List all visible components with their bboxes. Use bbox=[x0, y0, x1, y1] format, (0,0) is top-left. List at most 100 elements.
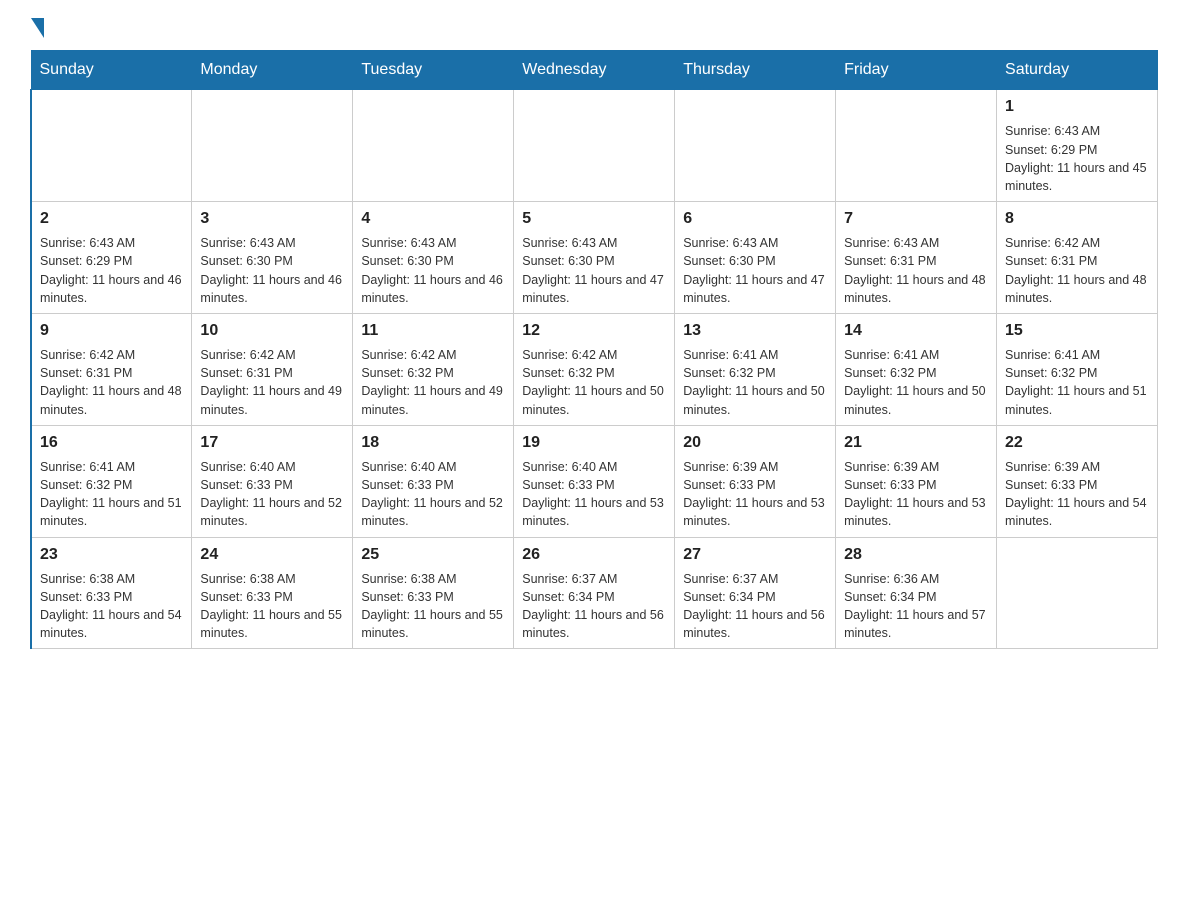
calendar-cell: 25 Sunrise: 6:38 AMSunset: 6:33 PMDayligh… bbox=[353, 537, 514, 649]
calendar-cell: 4 Sunrise: 6:43 AMSunset: 6:30 PMDaylight… bbox=[353, 201, 514, 313]
day-info: Sunrise: 6:36 AMSunset: 6:34 PMDaylight:… bbox=[844, 570, 988, 643]
calendar-cell bbox=[31, 90, 192, 202]
day-info: Sunrise: 6:42 AMSunset: 6:31 PMDaylight:… bbox=[1005, 234, 1149, 307]
calendar-cell: 1 Sunrise: 6:43 AMSunset: 6:29 PMDaylight… bbox=[997, 90, 1158, 202]
day-info: Sunrise: 6:40 AMSunset: 6:33 PMDaylight:… bbox=[522, 458, 666, 531]
day-number: 24 bbox=[200, 544, 344, 566]
day-number: 3 bbox=[200, 208, 344, 230]
day-info: Sunrise: 6:42 AMSunset: 6:32 PMDaylight:… bbox=[361, 346, 505, 419]
day-number: 23 bbox=[40, 544, 183, 566]
day-info: Sunrise: 6:43 AMSunset: 6:30 PMDaylight:… bbox=[683, 234, 827, 307]
day-number: 21 bbox=[844, 432, 988, 454]
calendar-cell: 22 Sunrise: 6:39 AMSunset: 6:33 PMDayligh… bbox=[997, 425, 1158, 537]
calendar-cell: 14Sunrise: 6:41 AMSunset: 6:32 PMDayligh… bbox=[836, 313, 997, 425]
weekday-header-sunday: Sunday bbox=[31, 51, 192, 90]
weekday-header-friday: Friday bbox=[836, 51, 997, 90]
page-header bbox=[30, 20, 1158, 40]
calendar-cell: 20 Sunrise: 6:39 AMSunset: 6:33 PMDayligh… bbox=[675, 425, 836, 537]
day-info: Sunrise: 6:42 AMSunset: 6:31 PMDaylight:… bbox=[200, 346, 344, 419]
day-number: 26 bbox=[522, 544, 666, 566]
calendar-cell bbox=[353, 90, 514, 202]
day-number: 7 bbox=[844, 208, 988, 230]
day-info: Sunrise: 6:39 AMSunset: 6:33 PMDaylight:… bbox=[683, 458, 827, 531]
day-number: 17 bbox=[200, 432, 344, 454]
day-info: Sunrise: 6:38 AMSunset: 6:33 PMDaylight:… bbox=[40, 570, 183, 643]
day-number: 15 bbox=[1005, 320, 1149, 342]
weekday-header-saturday: Saturday bbox=[997, 51, 1158, 90]
day-info: Sunrise: 6:41 AMSunset: 6:32 PMDaylight:… bbox=[40, 458, 183, 531]
calendar-cell: 9 Sunrise: 6:42 AMSunset: 6:31 PMDaylight… bbox=[31, 313, 192, 425]
calendar-cell: 3 Sunrise: 6:43 AMSunset: 6:30 PMDaylight… bbox=[192, 201, 353, 313]
day-number: 8 bbox=[1005, 208, 1149, 230]
calendar-cell bbox=[514, 90, 675, 202]
weekday-header-wednesday: Wednesday bbox=[514, 51, 675, 90]
calendar-cell: 23 Sunrise: 6:38 AMSunset: 6:33 PMDayligh… bbox=[31, 537, 192, 649]
day-number: 1 bbox=[1005, 96, 1149, 118]
day-number: 25 bbox=[361, 544, 505, 566]
weekday-header-monday: Monday bbox=[192, 51, 353, 90]
day-number: 4 bbox=[361, 208, 505, 230]
calendar-cell: 11 Sunrise: 6:42 AMSunset: 6:32 PMDayligh… bbox=[353, 313, 514, 425]
day-number: 10 bbox=[200, 320, 344, 342]
day-info: Sunrise: 6:43 AMSunset: 6:29 PMDaylight:… bbox=[40, 234, 183, 307]
calendar-week-row: 2 Sunrise: 6:43 AMSunset: 6:29 PMDaylight… bbox=[31, 201, 1158, 313]
day-number: 11 bbox=[361, 320, 505, 342]
calendar-cell bbox=[192, 90, 353, 202]
calendar-cell: 7 Sunrise: 6:43 AMSunset: 6:31 PMDaylight… bbox=[836, 201, 997, 313]
day-info: Sunrise: 6:40 AMSunset: 6:33 PMDaylight:… bbox=[200, 458, 344, 531]
day-info: Sunrise: 6:39 AMSunset: 6:33 PMDaylight:… bbox=[844, 458, 988, 531]
day-number: 6 bbox=[683, 208, 827, 230]
day-info: Sunrise: 6:39 AMSunset: 6:33 PMDaylight:… bbox=[1005, 458, 1149, 531]
calendar-cell: 26 Sunrise: 6:37 AMSunset: 6:34 PMDayligh… bbox=[514, 537, 675, 649]
day-number: 22 bbox=[1005, 432, 1149, 454]
day-info: Sunrise: 6:41 AMSunset: 6:32 PMDaylight:… bbox=[844, 346, 988, 419]
day-info: Sunrise: 6:43 AMSunset: 6:30 PMDaylight:… bbox=[361, 234, 505, 307]
day-info: Sunrise: 6:38 AMSunset: 6:33 PMDaylight:… bbox=[361, 570, 505, 643]
day-number: 20 bbox=[683, 432, 827, 454]
day-info: Sunrise: 6:42 AMSunset: 6:31 PMDaylight:… bbox=[40, 346, 183, 419]
day-number: 19 bbox=[522, 432, 666, 454]
day-info: Sunrise: 6:43 AMSunset: 6:29 PMDaylight:… bbox=[1005, 122, 1149, 195]
calendar-cell: 18 Sunrise: 6:40 AMSunset: 6:33 PMDayligh… bbox=[353, 425, 514, 537]
weekday-header-thursday: Thursday bbox=[675, 51, 836, 90]
calendar-cell: 28 Sunrise: 6:36 AMSunset: 6:34 PMDayligh… bbox=[836, 537, 997, 649]
calendar-week-row: 9 Sunrise: 6:42 AMSunset: 6:31 PMDaylight… bbox=[31, 313, 1158, 425]
day-number: 2 bbox=[40, 208, 183, 230]
day-info: Sunrise: 6:37 AMSunset: 6:34 PMDaylight:… bbox=[683, 570, 827, 643]
calendar-cell: 21 Sunrise: 6:39 AMSunset: 6:33 PMDayligh… bbox=[836, 425, 997, 537]
weekday-header-row: SundayMondayTuesdayWednesdayThursdayFrid… bbox=[31, 51, 1158, 90]
calendar-cell: 27 Sunrise: 6:37 AMSunset: 6:34 PMDayligh… bbox=[675, 537, 836, 649]
day-number: 27 bbox=[683, 544, 827, 566]
calendar-week-row: 1 Sunrise: 6:43 AMSunset: 6:29 PMDaylight… bbox=[31, 90, 1158, 202]
calendar-cell: 12 Sunrise: 6:42 AMSunset: 6:32 PMDayligh… bbox=[514, 313, 675, 425]
calendar-cell: 13Sunrise: 6:41 AMSunset: 6:32 PMDayligh… bbox=[675, 313, 836, 425]
calendar-cell: 8 Sunrise: 6:42 AMSunset: 6:31 PMDaylight… bbox=[997, 201, 1158, 313]
calendar-cell: 10 Sunrise: 6:42 AMSunset: 6:31 PMDayligh… bbox=[192, 313, 353, 425]
day-info: Sunrise: 6:43 AMSunset: 6:30 PMDaylight:… bbox=[200, 234, 344, 307]
calendar-table: SundayMondayTuesdayWednesdayThursdayFrid… bbox=[30, 50, 1158, 649]
calendar-week-row: 16 Sunrise: 6:41 AMSunset: 6:32 PMDayligh… bbox=[31, 425, 1158, 537]
day-info: Sunrise: 6:42 AMSunset: 6:32 PMDaylight:… bbox=[522, 346, 666, 419]
calendar-cell: 24 Sunrise: 6:38 AMSunset: 6:33 PMDayligh… bbox=[192, 537, 353, 649]
day-info: Sunrise: 6:38 AMSunset: 6:33 PMDaylight:… bbox=[200, 570, 344, 643]
calendar-cell bbox=[997, 537, 1158, 649]
day-info: Sunrise: 6:43 AMSunset: 6:31 PMDaylight:… bbox=[844, 234, 988, 307]
calendar-week-row: 23 Sunrise: 6:38 AMSunset: 6:33 PMDayligh… bbox=[31, 537, 1158, 649]
calendar-cell: 19 Sunrise: 6:40 AMSunset: 6:33 PMDayligh… bbox=[514, 425, 675, 537]
calendar-cell: 16 Sunrise: 6:41 AMSunset: 6:32 PMDayligh… bbox=[31, 425, 192, 537]
day-number: 9 bbox=[40, 320, 183, 342]
day-number: 28 bbox=[844, 544, 988, 566]
day-info: Sunrise: 6:37 AMSunset: 6:34 PMDaylight:… bbox=[522, 570, 666, 643]
calendar-cell: 6 Sunrise: 6:43 AMSunset: 6:30 PMDaylight… bbox=[675, 201, 836, 313]
day-number: 16 bbox=[40, 432, 183, 454]
calendar-cell: 2 Sunrise: 6:43 AMSunset: 6:29 PMDaylight… bbox=[31, 201, 192, 313]
weekday-header-tuesday: Tuesday bbox=[353, 51, 514, 90]
day-number: 12 bbox=[522, 320, 666, 342]
logo-triangle-icon bbox=[31, 18, 44, 38]
day-number: 18 bbox=[361, 432, 505, 454]
day-info: Sunrise: 6:40 AMSunset: 6:33 PMDaylight:… bbox=[361, 458, 505, 531]
calendar-cell bbox=[836, 90, 997, 202]
logo bbox=[30, 20, 45, 40]
day-info: Sunrise: 6:43 AMSunset: 6:30 PMDaylight:… bbox=[522, 234, 666, 307]
calendar-cell bbox=[675, 90, 836, 202]
